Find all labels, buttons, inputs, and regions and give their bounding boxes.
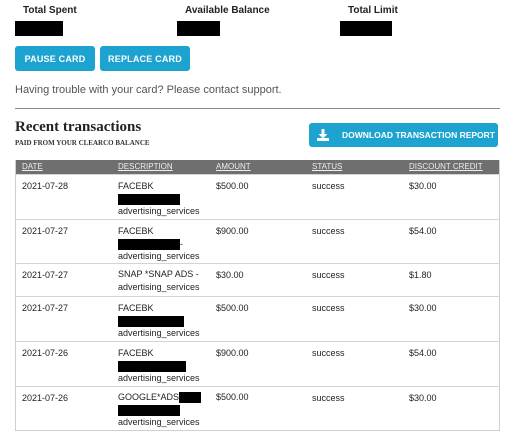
- available-balance-label: Available Balance: [185, 5, 270, 16]
- row-date: 2021-07-27: [22, 226, 69, 236]
- header-status[interactable]: STATUS: [312, 162, 342, 171]
- recent-transactions-title: Recent transactions: [15, 119, 142, 135]
- merchant-name: GOOGLE*ADS: [118, 392, 180, 402]
- merchant-id-suffix: -: [180, 238, 183, 249]
- table-row: 2021-07-26 GOOGLE*ADS advertising_servic…: [16, 386, 499, 430]
- table-row: 2021-07-28 FACEBK advertising_services $…: [16, 174, 499, 219]
- row-description: FACEBK advertising_services: [118, 180, 200, 218]
- merchant-name: FACEBK: [118, 303, 154, 313]
- row-status: success: [312, 348, 345, 358]
- available-balance: Available Balance: [177, 5, 270, 36]
- redacted-merchant-id: [118, 315, 184, 327]
- header-amount[interactable]: AMOUNT: [216, 162, 251, 171]
- download-transaction-report-button[interactable]: DOWNLOAD TRANSACTION REPORT: [309, 123, 498, 147]
- row-description: GOOGLE*ADS advertising_services: [118, 391, 202, 429]
- table-row: 2021-07-27 FACEBK - advertising_services…: [16, 219, 499, 263]
- row-status: success: [312, 393, 345, 403]
- row-date: 2021-07-26: [22, 348, 69, 358]
- row-description: FACEBK advertising_services: [118, 347, 200, 385]
- row-amount: $500.00: [216, 303, 249, 313]
- table-row: 2021-07-27 SNAP *SNAP ADS - advertising_…: [16, 263, 499, 296]
- merchant-category: advertising_services: [118, 328, 200, 338]
- replace-card-button[interactable]: REPLACE CARD: [100, 46, 190, 71]
- row-discount-credit: $54.00: [409, 348, 437, 358]
- header-date[interactable]: DATE: [22, 162, 43, 171]
- row-description: SNAP *SNAP ADS - advertising_services: [118, 268, 200, 293]
- row-status: success: [312, 303, 345, 313]
- row-amount: $900.00: [216, 226, 249, 236]
- redacted-merchant-id: [118, 238, 180, 250]
- total-limit-label: Total Limit: [348, 5, 398, 16]
- header-discount-credit[interactable]: DISCOUNT CREDIT: [409, 162, 483, 171]
- row-discount-credit: $30.00: [409, 393, 437, 403]
- row-amount: $30.00: [216, 270, 244, 280]
- pause-card-button[interactable]: PAUSE CARD: [15, 46, 95, 71]
- merchant-category: advertising_services: [118, 251, 200, 261]
- total-limit: Total Limit: [340, 5, 398, 36]
- merchant-category: advertising_services: [118, 417, 200, 427]
- total-spent-value-redacted: [15, 21, 63, 36]
- support-help-text: Having trouble with your card? Please co…: [15, 84, 282, 96]
- merchant-name: FACEBK: [118, 181, 154, 191]
- row-discount-credit: $30.00: [409, 181, 437, 191]
- header-description[interactable]: DESCRIPTION: [118, 162, 173, 171]
- merchant-category: advertising_services: [118, 206, 200, 216]
- merchant-category: advertising_services: [118, 281, 200, 292]
- row-discount-credit: $1.80: [409, 270, 432, 280]
- row-amount: $900.00: [216, 348, 249, 358]
- row-status: success: [312, 181, 345, 191]
- row-date: 2021-07-27: [22, 270, 69, 280]
- total-spent-label: Total Spent: [23, 5, 77, 16]
- row-amount: $500.00: [216, 181, 249, 191]
- table-row: 2021-07-27 FACEBK advertising_services $…: [16, 296, 499, 341]
- total-limit-value-redacted: [340, 21, 392, 36]
- row-status: success: [312, 270, 345, 280]
- row-description: FACEBK advertising_services: [118, 302, 200, 340]
- merchant-category: advertising_services: [118, 373, 200, 383]
- table-row: 2021-07-26 FACEBK advertising_services $…: [16, 341, 499, 386]
- row-discount-credit: $54.00: [409, 226, 437, 236]
- merchant-name: FACEBK: [118, 226, 154, 236]
- table-header: DATE DESCRIPTION AMOUNT STATUS DISCOUNT …: [16, 160, 499, 174]
- account-summary: Total Spent Available Balance Total Limi…: [0, 5, 512, 36]
- row-date: 2021-07-26: [22, 393, 69, 403]
- transactions-table: DATE DESCRIPTION AMOUNT STATUS DISCOUNT …: [15, 160, 500, 431]
- divider: [15, 108, 500, 109]
- row-description: FACEBK - advertising_services: [118, 225, 200, 263]
- merchant-name: SNAP *SNAP ADS -: [118, 269, 199, 279]
- download-icon: [316, 128, 330, 142]
- row-discount-credit: $30.00: [409, 303, 437, 313]
- row-status: success: [312, 226, 345, 236]
- row-amount: $500.00: [216, 392, 249, 402]
- row-date: 2021-07-28: [22, 181, 69, 191]
- download-report-label: DOWNLOAD TRANSACTION REPORT: [342, 130, 495, 140]
- recent-transactions-subtitle: PAID FROM YOUR CLEARCO BALANCE: [15, 139, 150, 147]
- redacted-merchant-id: [118, 193, 180, 205]
- redacted-merchant-id: [179, 392, 202, 404]
- row-date: 2021-07-27: [22, 303, 69, 313]
- redacted-merchant-id: [118, 360, 186, 372]
- available-balance-value-redacted: [177, 21, 220, 36]
- redacted-merchant-id: [118, 404, 180, 416]
- merchant-name: FACEBK: [118, 348, 154, 358]
- total-spent: Total Spent: [15, 5, 77, 36]
